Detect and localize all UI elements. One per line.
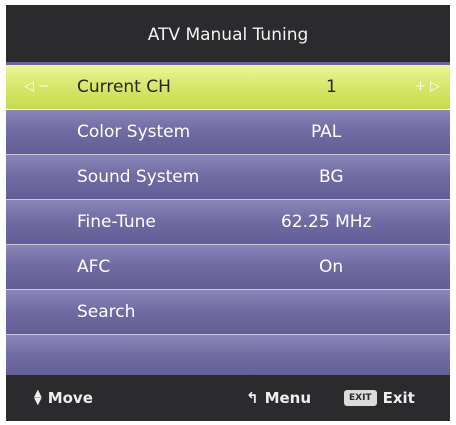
empty-row xyxy=(6,335,450,379)
menu-item-color-system[interactable]: Color System PAL xyxy=(6,110,450,155)
menu-item-label: Search xyxy=(77,302,136,322)
title-bar: ATV Manual Tuning xyxy=(6,5,450,62)
tuning-menu: ◁ − Current CH 1 + ▷ Color System PAL So… xyxy=(6,65,450,379)
footer-bar: ▲ ▼ Move ↰ Menu EXIT Exit xyxy=(6,375,450,421)
menu-label: Menu xyxy=(264,389,312,407)
menu-item-value: 62.25 MHz xyxy=(281,212,372,232)
menu-item-value: PAL xyxy=(311,122,342,142)
page-title: ATV Manual Tuning xyxy=(147,24,309,45)
menu-item-value: BG xyxy=(319,167,344,187)
menu-item-value: On xyxy=(319,257,344,277)
up-down-icon: ▲ ▼ xyxy=(34,388,42,407)
menu-item-label: Current CH xyxy=(77,77,171,97)
return-icon: ↰ xyxy=(246,389,259,407)
arrow-left-icon[interactable]: ◁ − xyxy=(24,79,49,94)
menu-item-sound-system[interactable]: Sound System BG xyxy=(6,155,450,200)
tv-osd-screen: ATV Manual Tuning ◁ − Current CH 1 + ▷ C… xyxy=(6,5,450,421)
menu-item-value: 1 xyxy=(326,77,337,97)
menu-item-search[interactable]: Search xyxy=(6,290,450,335)
menu-item-label: Sound System xyxy=(77,167,200,187)
menu-item-fine-tune[interactable]: Fine-Tune 62.25 MHz xyxy=(6,200,450,245)
hint-move: ▲ ▼ Move xyxy=(34,388,93,408)
arrow-right-icon[interactable]: + ▷ xyxy=(415,79,440,94)
hint-menu: ↰ Menu xyxy=(246,389,311,407)
menu-item-afc[interactable]: AFC On xyxy=(6,245,450,290)
hint-exit: EXIT Exit xyxy=(344,389,415,407)
menu-item-label: Color System xyxy=(77,122,191,142)
menu-item-current-ch[interactable]: ◁ − Current CH 1 + ▷ xyxy=(6,65,450,110)
move-label: Move xyxy=(47,389,93,407)
menu-item-label: AFC xyxy=(77,257,111,277)
exit-label: Exit xyxy=(382,389,415,407)
exit-key-icon: EXIT xyxy=(344,390,377,406)
menu-item-label: Fine-Tune xyxy=(77,212,156,232)
